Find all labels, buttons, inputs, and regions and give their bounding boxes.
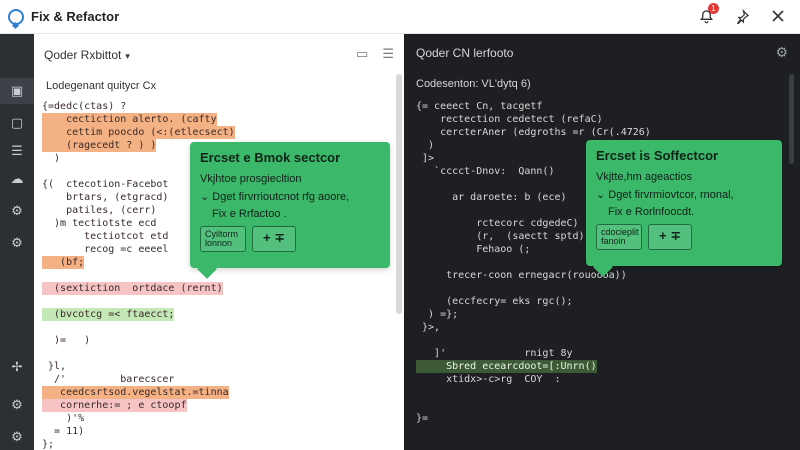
files-icon[interactable]: ▣ xyxy=(0,78,34,104)
pin-icon[interactable]: ✢ xyxy=(0,354,34,380)
left-pane-title[interactable]: Qoder Rxbittot ▾ xyxy=(44,48,130,62)
code-line[interactable]: {( ctecotion-Facebot xyxy=(42,178,168,191)
list-icon[interactable]: ☰ xyxy=(0,138,34,164)
code-line[interactable]: }l, xyxy=(42,360,66,373)
code-line[interactable]: patiles, (cerr) xyxy=(42,204,156,217)
right-popup-line-1: Vkjtte,hm ageactios xyxy=(596,171,692,183)
code-line[interactable]: ar daroete: b (ece) xyxy=(416,191,566,204)
app-logo-icon xyxy=(8,8,24,25)
code-line[interactable]: brtars, (etgracd) xyxy=(42,191,168,204)
left-popup-line-2-text: Dget firvrrioutcnot rfg aoore, xyxy=(212,191,350,203)
left-pane-tools: ▭ ☰ xyxy=(356,46,394,62)
chevron-down-icon: ▾ xyxy=(125,51,130,61)
code-line[interactable]: cectiction alerto. (cafty xyxy=(42,113,217,126)
left-popup-line-3: Fix e Rrfactoo . xyxy=(212,208,287,220)
bell-icon[interactable]: 1 xyxy=(696,3,719,26)
code-line[interactable]: )= ) xyxy=(42,334,90,347)
code-line[interactable]: (r, (saectt sptd) xyxy=(416,230,584,243)
menu-icon[interactable]: ☰ xyxy=(382,46,394,62)
left-popup-add-button[interactable]: + ∓ xyxy=(252,226,297,252)
chevron-down-icon: ⌄ xyxy=(596,189,609,201)
code-line[interactable]: }; xyxy=(42,438,54,450)
close-icon[interactable] xyxy=(768,6,788,26)
code-line[interactable]: ) xyxy=(416,139,434,152)
code-line[interactable]: ceedcsrtsod.vegelstat.=tinna xyxy=(42,386,229,399)
left-pane-subheader: Lodegenant quitycr Cx xyxy=(46,80,157,92)
right-popup-secondary-button[interactable]: cdocieplit fanoin xyxy=(596,224,642,250)
code-line[interactable]: /' barecscer xyxy=(42,373,174,386)
code-line[interactable]: (bvcotcg =< ftaecct; xyxy=(42,308,175,321)
code-line[interactable]: (eccfecry= eks rgc(); xyxy=(416,295,572,308)
code-line[interactable]: tectiotcot etd xyxy=(42,230,168,243)
left-popup-actions: Cyiltorm lonnon + ∓ xyxy=(200,226,380,252)
code-line[interactable]: Sbred ecearcdoot=[:Unrn() xyxy=(416,360,597,373)
right-pane-subheader: Codesenton: VL'dytq 6) xyxy=(416,78,531,90)
gear-icon[interactable]: ⚙ xyxy=(775,44,788,61)
left-popup-line-2[interactable]: ⌄ Dget firvrrioutcnot rfg aoore, xyxy=(200,190,380,203)
code-line[interactable]: )m tectiotste ecd xyxy=(42,217,156,230)
notification-badge: 1 xyxy=(708,3,719,14)
titlebar-actions: 1 xyxy=(696,3,788,26)
left-popup-secondary-button[interactable]: Cyiltorm lonnon xyxy=(200,226,246,252)
code-line[interactable]: }>, xyxy=(416,321,440,334)
left-popup-line-1: Vkjhtoe prosgiecltion xyxy=(200,173,302,185)
right-pane-title[interactable]: Qoder CN lerfooto xyxy=(416,46,513,60)
code-line[interactable]: Fehaoo (; xyxy=(416,243,530,256)
code-line[interactable]: )'% xyxy=(42,412,84,425)
code-line[interactable]: ) xyxy=(42,152,60,165)
window-icon[interactable]: ▭ xyxy=(356,46,368,62)
right-popup-line-3: Fix e Rorlnfoocdt. xyxy=(608,206,695,218)
code-line[interactable]: {= ceeect Cn, tacgetf xyxy=(416,100,542,113)
code-line[interactable]: {=dedc(ctas) ? xyxy=(42,100,126,113)
right-editor-pane: Qoder CN lerfooto ⚙ Codesenton: VL'dytq … xyxy=(404,34,800,450)
left-editor-pane: Qoder Rxbittot ▾ ▭ ☰ Lodegenant quitycr C… xyxy=(34,34,404,450)
right-popup-line-2[interactable]: ⌄ Dget firvrmiovtcor, rnonal, xyxy=(596,188,772,201)
code-line[interactable]: xtidx>-c>rg COY : xyxy=(416,373,560,386)
code-line[interactable]: (ragecedt ? ) ) xyxy=(42,139,157,152)
left-popup-title: Ercset e Bmok sectcor xyxy=(200,150,341,165)
chevron-down-icon: ⌄ xyxy=(200,191,213,203)
pin-icon[interactable] xyxy=(732,6,752,26)
settings-icon[interactable]: ⚙ xyxy=(0,392,34,418)
title-bar: Fix & Refactor 1 xyxy=(0,0,800,34)
left-suggestion-popup: Ercset e Bmok sectcor Vkjhtoe prosgieclt… xyxy=(190,142,390,268)
left-pane-title-label: Qoder Rxbittot xyxy=(44,48,122,62)
bookmark-icon[interactable]: ▢ xyxy=(0,110,34,136)
code-line[interactable]: (bf; xyxy=(42,256,85,269)
app-title: Fix & Refactor xyxy=(31,9,120,24)
left-scrollbar[interactable] xyxy=(396,74,402,314)
code-line[interactable]: rectection cedetect (refaC) xyxy=(416,113,603,126)
code-line[interactable]: cettim poocdo (<:(etlecsect) xyxy=(42,126,235,139)
activity-bar: ▣ ▢ ☰ ☁ ⚙ ⚙ ✢ ⚙ ⚙ xyxy=(0,34,34,450)
right-popup-add-button[interactable]: + ∓ xyxy=(648,224,693,250)
code-line[interactable]: recog =c eeeel xyxy=(42,243,168,256)
code-line[interactable]: cercterAner (edgroths =r (Cr(.4726) xyxy=(416,126,651,139)
right-scrollbar[interactable] xyxy=(789,74,794,164)
code-line[interactable]: `cccct-Dnov: Qann() xyxy=(416,165,554,178)
code-line[interactable]: ) =}; xyxy=(416,308,458,321)
code-line[interactable]: }= xyxy=(416,412,428,425)
gear-icon[interactable]: ⚙ xyxy=(0,198,34,224)
settings-icon-2[interactable]: ⚙ xyxy=(0,424,34,450)
code-line[interactable]: (sextiction ortdace (rernt) xyxy=(42,282,223,295)
code-line[interactable]: ]' rnigt 8y xyxy=(416,347,573,360)
code-line[interactable]: trecer-coon ernegacr(rouoooa)) xyxy=(416,269,627,282)
right-suggestion-popup: Ercset is Soffectcor Vkjtte,hm ageactios… xyxy=(586,140,782,266)
cloud-icon[interactable]: ☁ xyxy=(0,166,34,192)
right-popup-line-2-text: Dget firvrmiovtcor, rnonal, xyxy=(608,189,734,201)
code-line[interactable]: cornerhe:= ; e ctoopf xyxy=(42,399,187,412)
right-popup-actions: cdocieplit fanoin + ∓ xyxy=(596,224,772,250)
code-line[interactable]: = 11) xyxy=(42,425,84,438)
code-line[interactable]: ]> xyxy=(416,152,434,165)
code-line[interactable]: rctecorc cdgedeC) xyxy=(416,217,578,230)
gear-icon-2[interactable]: ⚙ xyxy=(0,230,34,256)
right-popup-title: Ercset is Soffectcor xyxy=(596,148,719,163)
